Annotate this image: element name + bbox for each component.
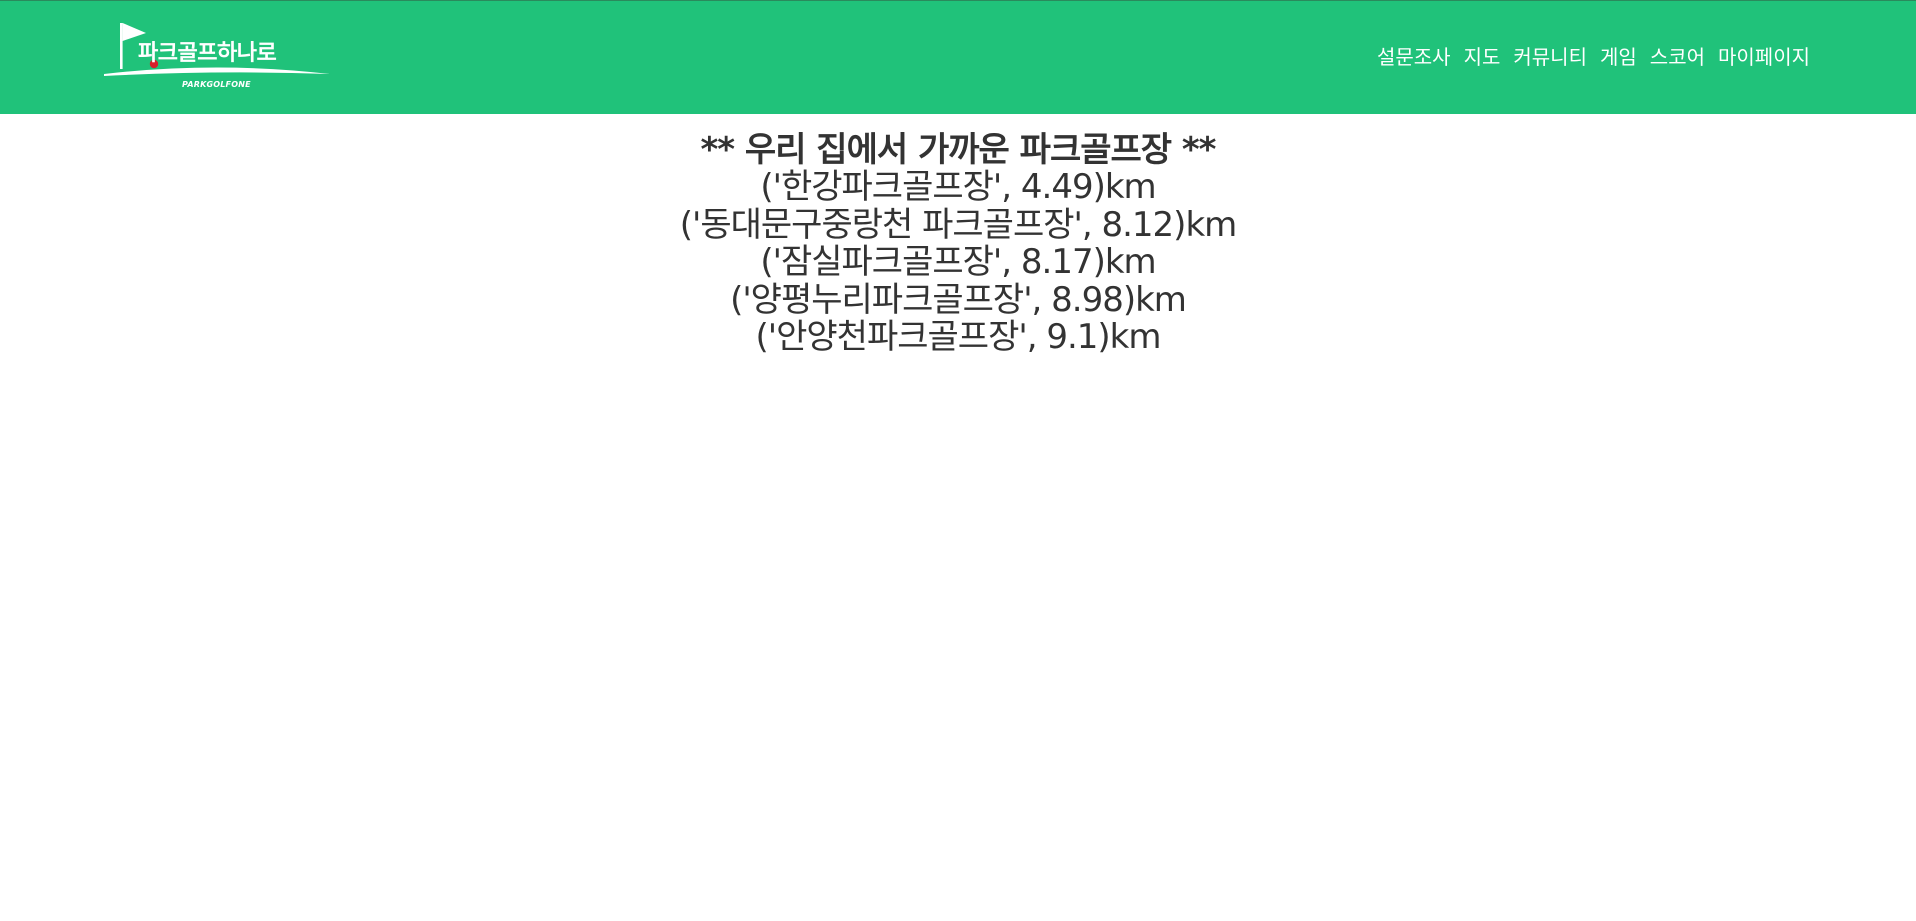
- course-item: ('잠실파크골프장', 8.17)km: [760, 242, 1156, 282]
- main-nav: 설문조사 지도 커뮤니티 게임 스코어 마이페이지: [1377, 43, 1810, 71]
- nav-map[interactable]: 지도: [1464, 43, 1501, 71]
- nav-score[interactable]: 스코어: [1650, 43, 1705, 71]
- nav-mypage[interactable]: 마이페이지: [1718, 43, 1810, 71]
- parkgolfone-logo[interactable]: 파크골프하나로 PARKGOLFONE: [104, 19, 330, 93]
- nav-game[interactable]: 게임: [1600, 43, 1637, 71]
- course-item: ('동대문구중랑천 파크골프장', 8.12)km: [679, 204, 1238, 245]
- course-item: ('안양천파크골프장', 9.1)km: [755, 317, 1162, 357]
- course-item: ('양평누리파크골프장', 8.98)km: [730, 279, 1187, 320]
- brand-name: 파크골프하나로: [138, 41, 277, 66]
- page-title: ** 우리 집에서 가까운 파크골프장 **: [700, 130, 1217, 170]
- nav-community[interactable]: 커뮤니티: [1513, 43, 1587, 71]
- site-header: 파크골프하나로 PARKGOLFONE 설문조사 지도 커뮤니티 게임 스코어 …: [0, 0, 1916, 114]
- brand-subtitle: PARKGOLFONE: [182, 80, 251, 89]
- nav-survey[interactable]: 설문조사: [1377, 43, 1451, 71]
- course-item: ('한강파크골프장', 4.49)km: [760, 167, 1156, 207]
- nearby-courses-section: ** 우리 집에서 가까운 파크골프장 ** ('한강파크골프장', 4.49)…: [0, 114, 1916, 357]
